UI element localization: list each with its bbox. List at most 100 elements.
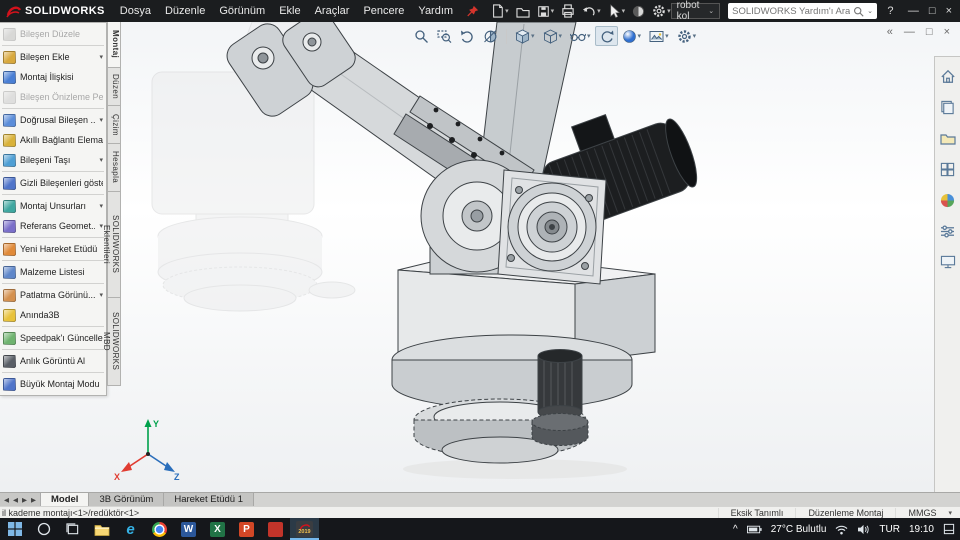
caret-down-icon[interactable]: ▾: [665, 32, 669, 40]
volume-icon[interactable]: [857, 524, 870, 535]
select-cursor-button[interactable]: ▾: [608, 3, 626, 19]
section-view-button[interactable]: [479, 26, 502, 46]
sphere-tool-icon[interactable]: [632, 5, 645, 18]
edge-taskbar-icon[interactable]: e: [116, 518, 145, 540]
rotate-view-button[interactable]: [594, 26, 618, 46]
solidworks-taskbar-icon[interactable]: 2019: [290, 518, 319, 540]
chrome-taskbar-icon[interactable]: [145, 518, 174, 540]
large-assembly-mode-button[interactable]: Büyük Montaj Modu: [0, 374, 106, 394]
caret-down-icon[interactable]: ▾: [948, 509, 958, 517]
update-speedpak-button[interactable]: Speedpak'ı Güncelle: [0, 328, 106, 348]
menu-yardim[interactable]: Yardım: [411, 5, 460, 17]
mate-button[interactable]: Montaj İlişkisi: [0, 67, 106, 87]
menu-pencere[interactable]: Pencere: [356, 5, 411, 17]
new-motion-study-button[interactable]: Yeni Hareket Etüdü: [0, 239, 106, 259]
menu-ekle[interactable]: Ekle: [272, 5, 307, 17]
tray-expand-icon[interactable]: ^: [733, 524, 738, 535]
tab-3d-views[interactable]: 3B Görünüm: [89, 493, 165, 506]
excel-taskbar-icon[interactable]: X: [203, 518, 232, 540]
custom-properties-icon[interactable]: [938, 222, 958, 240]
tab-solidworks-eklentileri[interactable]: SOLIDWORKS Eklentileri: [102, 192, 121, 298]
undo-button[interactable]: ▾: [582, 4, 601, 18]
pin-menu-icon[interactable]: [466, 5, 479, 18]
reference-geometry-button[interactable]: Referans Geomet... ▾: [0, 216, 106, 236]
appearances-icon[interactable]: [938, 191, 958, 209]
doc-restore-button[interactable]: □: [926, 26, 933, 38]
file-explorer-icon[interactable]: [938, 129, 958, 147]
zoom-to-area-button[interactable]: [433, 26, 456, 46]
design-library-icon[interactable]: [938, 98, 958, 116]
caret-down-icon[interactable]: ▾: [693, 32, 697, 40]
tab-scroll-next-button[interactable]: ▶: [21, 496, 28, 504]
open-document-button[interactable]: [515, 5, 530, 18]
tab-cizim[interactable]: Çizim: [107, 106, 121, 144]
caret-down-icon[interactable]: ▾: [99, 156, 103, 164]
caret-down-icon[interactable]: ▾: [587, 32, 591, 40]
doc-minimize-button[interactable]: —: [904, 26, 915, 38]
edit-appearance-button[interactable]: ▾: [618, 26, 646, 46]
word-taskbar-icon[interactable]: W: [174, 518, 203, 540]
powerpoint-taskbar-icon[interactable]: P: [232, 518, 261, 540]
help-search-box[interactable]: ⌄: [728, 3, 878, 19]
linear-pattern-button[interactable]: Doğrusal Bileşen ... ▾: [0, 110, 106, 130]
insert-component-button[interactable]: Bileşen Ekle ▾: [0, 47, 106, 67]
network-icon[interactable]: [835, 524, 848, 535]
tab-hesapla[interactable]: Hesapla: [107, 144, 121, 192]
smart-fasteners-button[interactable]: Akıllı Bağlantı Elema...: [0, 130, 106, 150]
maximize-button[interactable]: □: [929, 5, 936, 17]
caret-down-icon[interactable]: ▾: [505, 7, 509, 15]
tab-model[interactable]: Model: [41, 493, 90, 506]
tab-solidworks-mbd[interactable]: SOLIDWORKS MBD: [102, 298, 121, 386]
show-hidden-components-button[interactable]: Gizli Bileşenleri göster: [0, 173, 106, 193]
tab-scroll-prev-button[interactable]: ◀: [12, 496, 19, 504]
previous-view-button[interactable]: [456, 26, 479, 46]
view-palette-icon[interactable]: [938, 160, 958, 178]
weather-widget[interactable]: 27°C Bulutlu: [771, 524, 827, 535]
tab-montaj[interactable]: Montaj: [107, 22, 121, 68]
caret-down-icon[interactable]: ⌄: [708, 7, 714, 15]
display-style-button[interactable]: ▾: [539, 26, 567, 46]
minimize-button[interactable]: —: [908, 5, 919, 17]
caret-down-icon[interactable]: ▾: [531, 32, 535, 40]
assembly-features-button[interactable]: Montaj Unsurları ▾: [0, 196, 106, 216]
take-snapshot-button[interactable]: Anlık Görüntü Al: [0, 351, 106, 371]
tab-motion-study-1[interactable]: Hareket Etüdü 1: [164, 493, 254, 506]
options-gear-button[interactable]: ▾: [652, 4, 671, 18]
search-icon[interactable]: [853, 6, 864, 17]
tab-duzen[interactable]: Düzen: [107, 68, 121, 106]
caret-down-icon[interactable]: ⌄: [867, 7, 873, 15]
language-indicator[interactable]: TUR: [879, 524, 900, 535]
caret-down-icon[interactable]: ▾: [597, 7, 601, 15]
help-button[interactable]: ?: [885, 5, 896, 17]
doc-close-button[interactable]: ×: [944, 26, 950, 38]
caret-down-icon[interactable]: ▾: [551, 7, 555, 15]
caret-down-icon[interactable]: ▾: [559, 32, 563, 40]
help-search-input[interactable]: [732, 5, 851, 17]
home-icon[interactable]: [938, 67, 958, 85]
red-app-taskbar-icon[interactable]: [261, 518, 290, 540]
caret-down-icon[interactable]: ▾: [99, 116, 103, 124]
save-button[interactable]: ▾: [537, 5, 555, 18]
exploded-view-button[interactable]: Patlatma Görünü... ▾: [0, 285, 106, 305]
bill-of-materials-button[interactable]: Malzeme Listesi: [0, 262, 106, 282]
close-button[interactable]: ×: [946, 5, 952, 17]
menu-gorunum[interactable]: Görünüm: [212, 5, 272, 17]
clock[interactable]: 19:10: [909, 524, 934, 535]
print-button[interactable]: [561, 4, 575, 18]
caret-down-icon[interactable]: ▾: [99, 291, 103, 299]
caret-down-icon[interactable]: ▾: [99, 53, 103, 61]
caret-down-icon[interactable]: ▾: [622, 7, 626, 15]
tab-scroll-last-button[interactable]: ▶: [30, 496, 37, 504]
hide-show-items-button[interactable]: ▾: [566, 26, 595, 46]
instant3d-button[interactable]: Anında3B: [0, 305, 106, 325]
new-document-button[interactable]: ▾: [491, 4, 509, 18]
menu-dosya[interactable]: Dosya: [113, 5, 158, 17]
search-scope-combo[interactable]: robot kol ⌄: [670, 0, 721, 22]
battery-icon[interactable]: [746, 525, 762, 534]
collapse-toolbar-button[interactable]: «: [887, 26, 893, 38]
caret-down-icon[interactable]: ▾: [99, 202, 103, 210]
tab-scroll-first-button[interactable]: ◀: [3, 496, 10, 504]
apply-scene-button[interactable]: ▾: [645, 26, 673, 46]
status-units[interactable]: MMGS: [895, 507, 948, 518]
move-component-button[interactable]: Bileşeni Taşı ▾: [0, 150, 106, 170]
